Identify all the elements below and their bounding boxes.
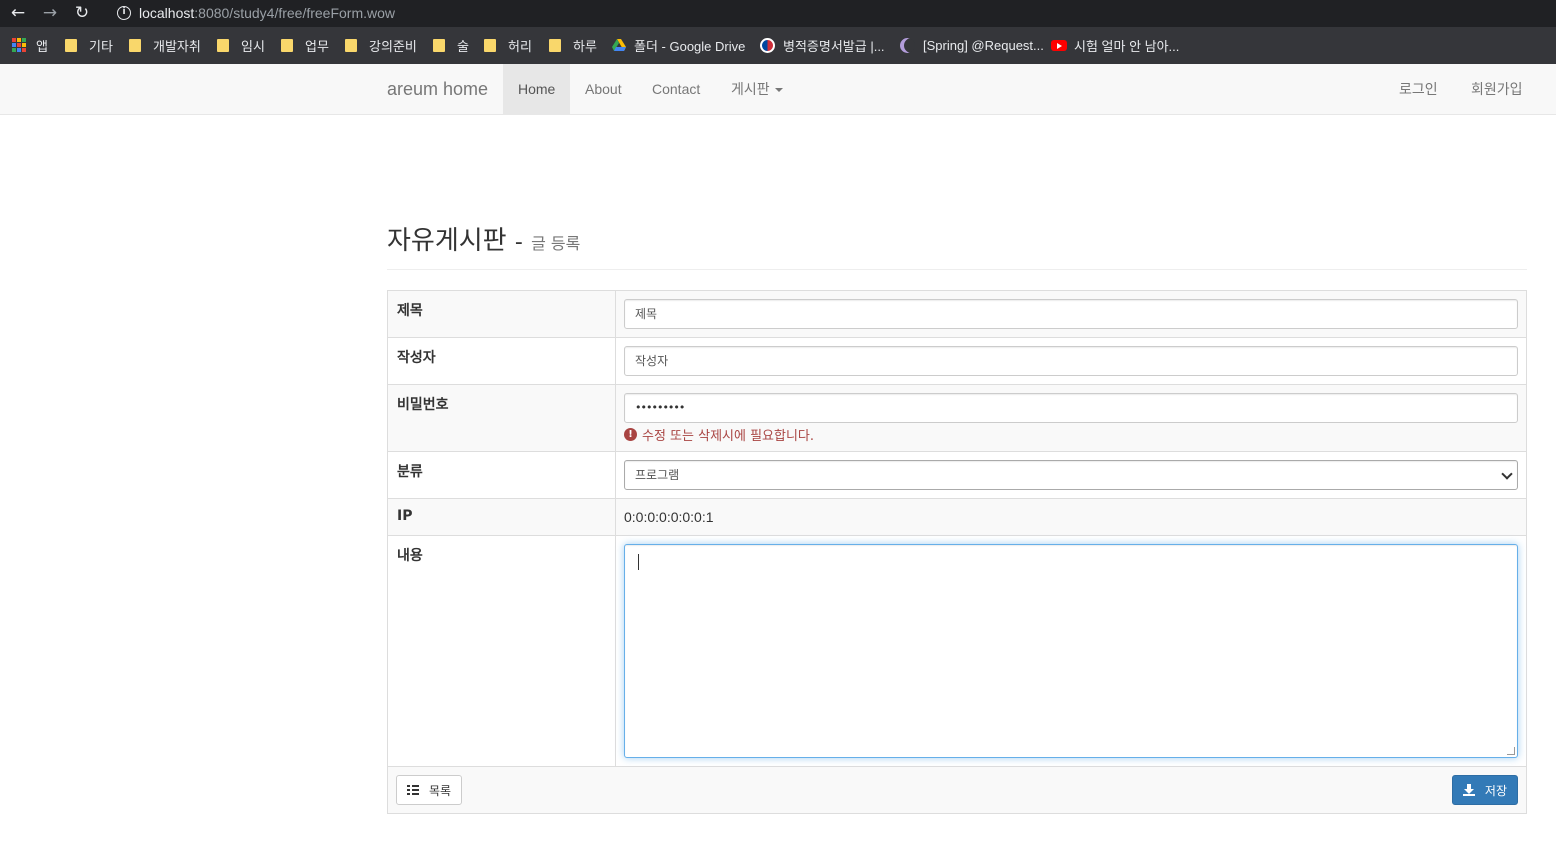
back-arrow-icon[interactable]: ← [6, 2, 30, 24]
divider [387, 269, 1527, 270]
nav-about[interactable]: About [570, 64, 637, 114]
forward-arrow-icon[interactable]: → [38, 2, 62, 24]
page-title: 자유게시판 - 글 등록 [387, 226, 581, 256]
youtube-icon [1051, 39, 1067, 51]
google-drive-icon [612, 39, 626, 51]
content-label: 내용 [388, 536, 616, 766]
url-text[interactable]: localhost:8080/study4/free/freeForm.wow [139, 5, 395, 21]
folder-icon [65, 38, 77, 52]
category-select[interactable]: 프로그램 [624, 460, 1518, 490]
bookmark-apps[interactable]: 앱 [12, 36, 48, 54]
bookmark-link[interactable]: [Spring] @Request... [900, 36, 1044, 54]
bookmarks-bar: 앱 기타 개발자취 임시 업무 강의준비 술 허리 하루 폴더 - Google… [0, 27, 1556, 64]
gov-emblem-icon [760, 37, 775, 53]
reload-icon[interactable]: ↻ [70, 2, 94, 24]
site-info-icon[interactable]: i [117, 6, 131, 20]
caret-down-icon [774, 88, 783, 93]
site-navbar: areum home Home About Contact 게시판 로그인 회원… [0, 64, 1556, 115]
table-row: IP 0:0:0:0:0:0:0:1 [388, 499, 1526, 536]
ip-value: 0:0:0:0:0:0:0:1 [624, 509, 714, 525]
folder-icon [217, 38, 229, 52]
bookmark-link[interactable]: 병적증명서발급 |... [760, 36, 885, 54]
bookmark-folder[interactable]: 업무 [281, 36, 329, 54]
password-label: 비밀번호 [388, 385, 616, 451]
bookmark-folder[interactable]: 기타 [65, 36, 113, 54]
category-label: 분류 [388, 452, 616, 498]
post-form-table: 제목 제목 작성자 작성자 비밀번호 ••••••••• ! 수정 또는 삭제시… [387, 290, 1527, 814]
folder-icon [129, 38, 141, 52]
download-icon [1462, 784, 1475, 796]
bookmark-folder[interactable]: 하루 [549, 36, 597, 54]
text-cursor [638, 554, 639, 570]
resize-handle-icon[interactable] [1507, 747, 1515, 755]
table-row: 작성자 작성자 [388, 338, 1526, 385]
table-row: 내용 [388, 536, 1526, 767]
save-button[interactable]: 저장 [1451, 775, 1518, 805]
writer-input[interactable]: 작성자 [624, 346, 1518, 376]
browser-toolbar: ← → ↻ i localhost:8080/study4/free/freeF… [0, 0, 1556, 27]
chevron-down-icon [1501, 468, 1513, 480]
bookmark-folder[interactable]: 강의준비 [345, 36, 417, 54]
password-help-text: ! 수정 또는 삭제시에 필요합니다. [624, 425, 814, 444]
folder-icon [433, 38, 445, 52]
navbar-brand[interactable]: areum home [387, 79, 488, 100]
apps-grid-icon [12, 38, 26, 52]
title-input[interactable]: 제목 [624, 299, 1518, 329]
bookmark-folder[interactable]: 개발자취 [129, 36, 201, 54]
table-row: 비밀번호 ••••••••• ! 수정 또는 삭제시에 필요합니다. [388, 385, 1526, 452]
nav-login[interactable]: 로그인 [1384, 64, 1453, 114]
list-icon [407, 785, 419, 795]
bookmark-google-drive[interactable]: 폴더 - Google Drive [612, 36, 745, 54]
moon-icon [900, 37, 915, 53]
folder-icon [549, 38, 561, 52]
nav-board-dropdown[interactable]: 게시판 [716, 64, 798, 114]
writer-label: 작성자 [388, 338, 616, 384]
bookmark-folder[interactable]: 술 [433, 36, 469, 54]
content-textarea[interactable] [624, 544, 1518, 758]
nav-home[interactable]: Home [503, 64, 571, 114]
nav-signup[interactable]: 회원가입 [1456, 64, 1538, 114]
table-row: 분류 프로그램 [388, 452, 1526, 499]
bookmark-folder[interactable]: 임시 [217, 36, 265, 54]
title-label: 제목 [388, 291, 616, 337]
ip-label: IP [388, 499, 616, 535]
folder-icon [281, 38, 293, 52]
list-button[interactable]: 목록 [396, 775, 463, 805]
form-actions: 목록 저장 [388, 767, 1526, 813]
exclamation-circle-icon: ! [624, 428, 637, 441]
folder-icon [484, 38, 496, 52]
bookmark-folder[interactable]: 허리 [484, 36, 532, 54]
page-subtitle: 글 등록 [531, 234, 581, 253]
password-input[interactable]: ••••••••• [624, 393, 1518, 423]
folder-icon [345, 38, 357, 52]
table-row: 제목 제목 [388, 291, 1526, 338]
bookmark-youtube[interactable]: 시험 얼마 안 남아... [1051, 36, 1179, 54]
nav-contact[interactable]: Contact [637, 64, 715, 114]
